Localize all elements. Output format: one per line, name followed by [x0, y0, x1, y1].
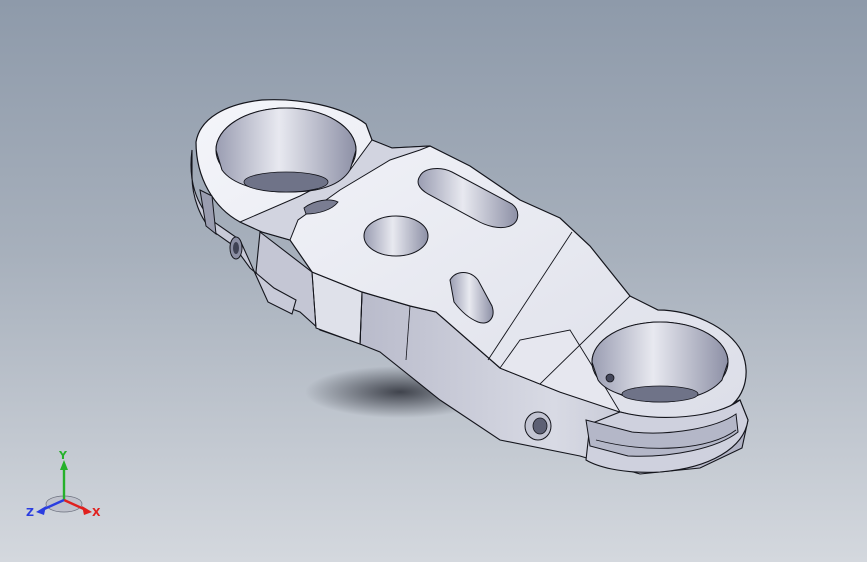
right-clamp-bore-bottom	[621, 385, 699, 403]
z-axis-arrow	[36, 506, 46, 515]
graphics-viewport[interactable]: Y X Z	[0, 0, 867, 562]
stem-hole	[363, 215, 429, 257]
triple-clamp-model[interactable]	[0, 0, 867, 562]
z-axis-label: Z	[26, 506, 34, 519]
left-clamp-screw-hole-inner	[233, 242, 239, 254]
x-axis-label: X	[92, 506, 101, 519]
right-clamp-pin-hole	[605, 373, 615, 383]
view-orientation-triad[interactable]: Y X Z	[26, 448, 106, 522]
y-axis-label: Y	[58, 449, 68, 462]
left-clamp-bore-bottom	[243, 171, 329, 193]
x-axis-arrow	[82, 506, 92, 515]
right-clamp-screw-hole-inner	[532, 417, 548, 435]
